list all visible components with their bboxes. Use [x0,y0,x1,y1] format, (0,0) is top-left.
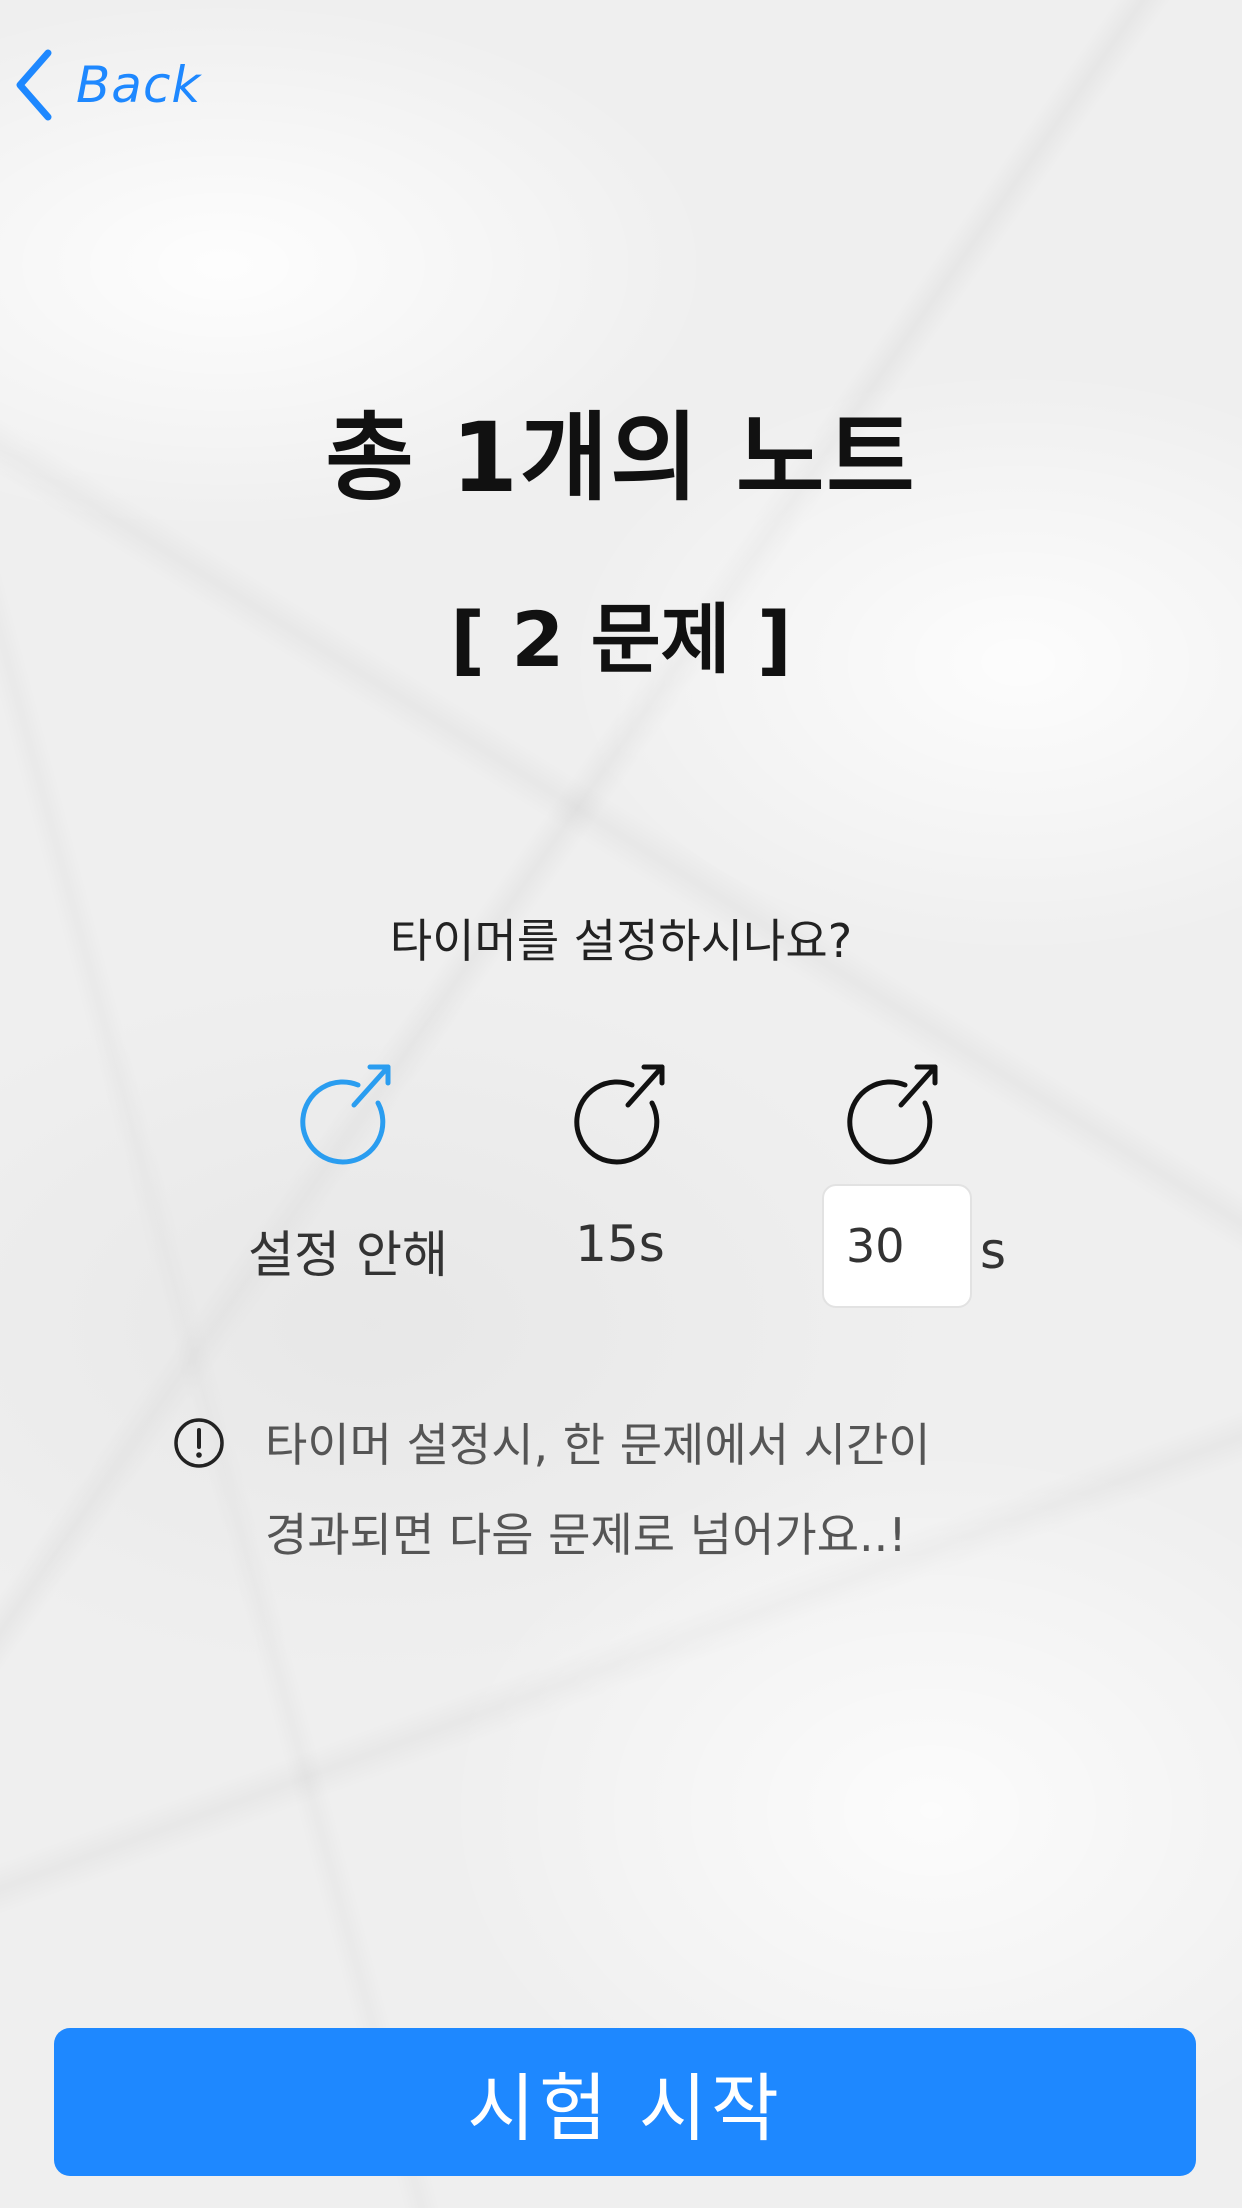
seconds-unit-label: s [980,1222,1007,1280]
timer-option-15s-label[interactable]: 15s [560,1215,680,1273]
timer-option-none[interactable] [296,1055,396,1165]
timer-notice: 타이머 설정시, 한 문제에서 시간이 경과되면 다음 문제로 넘어가요..! [265,1400,931,1580]
timer-notice-line: 경과되면 다음 문제로 넘어가요..! [265,1508,907,1562]
info-icon [174,1418,224,1468]
question-count: [ 2 문제 ] [450,595,792,684]
back-label: Back [76,56,202,114]
timer-option-15s[interactable] [570,1055,670,1165]
timer-question: 타이머를 설정하시나요? [389,914,853,968]
timer-icon [574,1064,665,1165]
back-button[interactable]: Back [14,49,202,121]
timer-option-none-label[interactable]: 설정 안해 [228,1215,468,1287]
timer-icon [847,1064,938,1165]
timer-icon [300,1064,391,1165]
start-exam-button[interactable]: 시험 시작 [54,2028,1196,2176]
page-title: 총 1개의 노트 [325,402,917,514]
timer-notice-line: 타이머 설정시, 한 문제에서 시간이 [265,1418,931,1472]
custom-seconds-input[interactable] [822,1184,972,1308]
timer-option-custom[interactable] [843,1055,943,1165]
chevron-left-icon [16,49,52,121]
